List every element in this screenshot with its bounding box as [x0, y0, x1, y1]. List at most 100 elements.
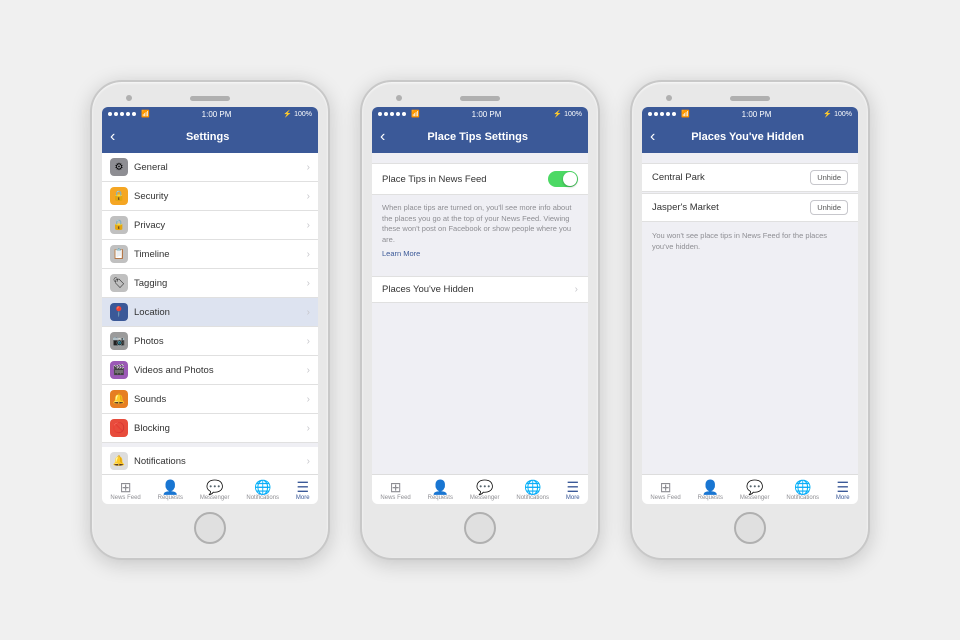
timeline-chevron: ›	[307, 249, 310, 260]
settings-item-timeline[interactable]: 📋 Timeline ›	[102, 240, 318, 269]
places-hidden-chevron: ›	[575, 284, 578, 295]
more-label-2: More	[566, 495, 580, 501]
tab-messenger-3[interactable]: 💬 Messenger	[740, 480, 770, 501]
phone-speaker-3	[730, 96, 770, 101]
blocking-label: Blocking	[134, 423, 307, 434]
back-button-1[interactable]: ‹	[110, 128, 115, 146]
phone-3: 📶 1:00 PM ⚡100% ‹ Places You've Hidden C…	[630, 80, 870, 560]
messenger-label-1: Messenger	[200, 495, 230, 501]
notifications-tab-icon-1: 🌐	[254, 480, 271, 494]
settings-item-tagging[interactable]: 🏷 Tagging ›	[102, 269, 318, 298]
tab-requests-1[interactable]: 👤 Requests	[158, 480, 183, 501]
newsfeed-icon-3: ⊞	[660, 480, 672, 494]
notifications-tab-label-3: Notifications	[786, 495, 819, 501]
settings-item-general[interactable]: ⚙ General ›	[102, 153, 318, 182]
unhide-jaspers-button[interactable]: Unhide	[810, 200, 848, 215]
timeline-label: Timeline	[134, 249, 307, 260]
location-icon: 📍	[110, 303, 128, 321]
messenger-label-2: Messenger	[470, 495, 500, 501]
places-hidden-row[interactable]: Places You've Hidden ›	[372, 276, 588, 303]
settings-item-blocking[interactable]: 🚫 Blocking ›	[102, 414, 318, 443]
requests-label-2: Requests	[428, 495, 453, 501]
settings-item-notifications[interactable]: 🔔 Notifications ›	[102, 447, 318, 474]
settings-item-security[interactable]: 🔒 Security ›	[102, 182, 318, 211]
settings-item-privacy[interactable]: 🔒 Privacy ›	[102, 211, 318, 240]
phone-camera-2	[396, 95, 402, 101]
toggle-knob	[563, 172, 577, 186]
tab-newsfeed-3[interactable]: ⊞ News Feed	[650, 480, 680, 501]
place-tips-content: Place Tips in News Feed When place tips …	[372, 153, 588, 474]
phone-screen-1: 📶 1:00 PM ⚡100% ‹ Settings ⚙ General › 🔒…	[102, 107, 318, 504]
tagging-icon: 🏷	[110, 274, 128, 292]
requests-label-1: Requests	[158, 495, 183, 501]
settings-item-photos[interactable]: 📷 Photos ›	[102, 327, 318, 356]
videos-icon: 🎬	[110, 361, 128, 379]
central-park-name: Central Park	[652, 172, 705, 183]
settings-item-videos[interactable]: 🎬 Videos and Photos ›	[102, 356, 318, 385]
requests-label-3: Requests	[698, 495, 723, 501]
notifications-tab-icon-3: 🌐	[794, 480, 811, 494]
learn-more-link[interactable]: Learn More	[372, 249, 588, 266]
hidden-place-jaspers: Jasper's Market Unhide	[642, 193, 858, 222]
status-time-1: 1:00 PM	[202, 110, 232, 119]
security-chevron: ›	[307, 191, 310, 202]
places-hidden-label: Places You've Hidden	[382, 284, 474, 295]
status-dots-3: 📶	[648, 110, 690, 118]
tab-requests-2[interactable]: 👤 Requests	[428, 480, 453, 501]
hidden-place-central-park: Central Park Unhide	[642, 163, 858, 192]
messenger-label-3: Messenger	[740, 495, 770, 501]
place-tips-toggle[interactable]	[548, 171, 578, 187]
place-tips-label: Place Tips in News Feed	[382, 174, 487, 185]
home-button-3[interactable]	[734, 512, 766, 544]
home-button-1[interactable]	[194, 512, 226, 544]
settings-item-sounds[interactable]: 🔔 Sounds ›	[102, 385, 318, 414]
tab-messenger-1[interactable]: 💬 Messenger	[200, 480, 230, 501]
back-button-2[interactable]: ‹	[380, 128, 385, 146]
back-button-3[interactable]: ‹	[650, 128, 655, 146]
location-chevron: ›	[307, 307, 310, 318]
status-time-3: 1:00 PM	[742, 110, 772, 119]
place-tips-description: When place tips are turned on, you'll se…	[372, 195, 588, 249]
phone-speaker-2	[460, 96, 500, 101]
photos-label: Photos	[134, 336, 307, 347]
status-right-2: ⚡100%	[553, 110, 582, 118]
notifications-icon: 🔔	[110, 452, 128, 470]
messenger-icon-1: 💬	[206, 480, 223, 494]
tab-notifications-1[interactable]: 🌐 Notifications	[246, 480, 279, 501]
tab-newsfeed-1[interactable]: ⊞ News Feed	[110, 480, 140, 501]
tab-requests-3[interactable]: 👤 Requests	[698, 480, 723, 501]
tab-more-2[interactable]: ☰ More	[566, 480, 580, 501]
tab-messenger-2[interactable]: 💬 Messenger	[470, 480, 500, 501]
place-tips-toggle-row: Place Tips in News Feed	[372, 163, 588, 195]
sounds-icon: 🔔	[110, 390, 128, 408]
nav-bar-3: ‹ Places You've Hidden	[642, 121, 858, 153]
phone-camera-1	[126, 95, 132, 101]
tagging-chevron: ›	[307, 278, 310, 289]
requests-icon-3: 👤	[702, 480, 719, 494]
hidden-places-list: Central Park Unhide Jasper's Market Unhi…	[642, 163, 858, 222]
home-button-2[interactable]	[464, 512, 496, 544]
status-bar-1: 📶 1:00 PM ⚡100%	[102, 107, 318, 121]
tab-bar-1: ⊞ News Feed 👤 Requests 💬 Messenger 🌐 Not…	[102, 474, 318, 504]
nav-title-3: Places You've Hidden	[661, 131, 834, 143]
tab-more-3[interactable]: ☰ More	[836, 480, 850, 501]
notifications-label: Notifications	[134, 456, 307, 467]
general-label: General	[134, 162, 307, 173]
tab-more-1[interactable]: ☰ More	[296, 480, 310, 501]
unhide-central-park-button[interactable]: Unhide	[810, 170, 848, 185]
general-chevron: ›	[307, 162, 310, 173]
privacy-chevron: ›	[307, 220, 310, 231]
settings-item-location[interactable]: 📍 Location ›	[102, 298, 318, 327]
phone-top-bar-3	[640, 92, 860, 107]
tab-notifications-3[interactable]: 🌐 Notifications	[786, 480, 819, 501]
tab-notifications-2[interactable]: 🌐 Notifications	[516, 480, 549, 501]
phone-2: 📶 1:00 PM ⚡100% ‹ Place Tips Settings Pl…	[360, 80, 600, 560]
status-bar-3: 📶 1:00 PM ⚡100%	[642, 107, 858, 121]
status-bar-2: 📶 1:00 PM ⚡100%	[372, 107, 588, 121]
photos-chevron: ›	[307, 336, 310, 347]
timeline-icon: 📋	[110, 245, 128, 263]
status-dots-2: 📶	[378, 110, 420, 118]
security-label: Security	[134, 191, 307, 202]
tab-newsfeed-2[interactable]: ⊞ News Feed	[380, 480, 410, 501]
nav-title-1: Settings	[121, 131, 294, 143]
